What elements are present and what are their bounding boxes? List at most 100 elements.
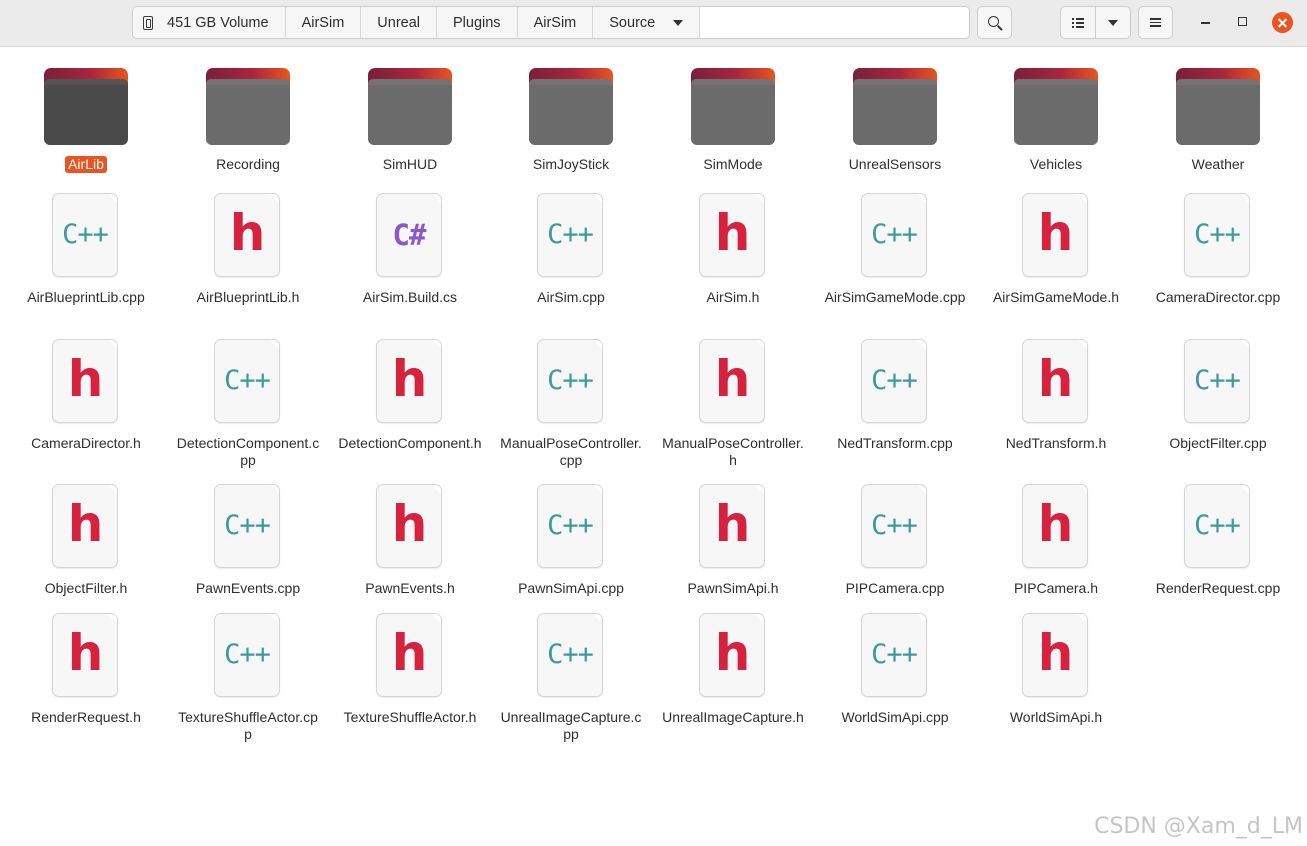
h-file-icon: h — [1022, 484, 1088, 568]
file-type-glyph: h — [391, 495, 428, 553]
file-type-glyph: C++ — [547, 219, 594, 250]
maximize-button[interactable] — [1238, 17, 1247, 26]
cpp-file-icon: C++ — [214, 613, 280, 697]
file-type-glyph: C++ — [1194, 510, 1241, 541]
file-name-label: WorldSimApi.cpp — [841, 709, 949, 725]
cpp-file-icon: C++ — [214, 484, 280, 568]
file-name-label: RenderRequest.h — [31, 709, 141, 725]
file-name-label: ManualPoseController.cpp — [500, 435, 642, 468]
file-name-label: ManualPoseController.h — [662, 435, 804, 468]
file-type-glyph: h — [67, 495, 104, 553]
file-type-glyph: h — [1037, 495, 1074, 553]
file-name-label: NedTransform.h — [1005, 435, 1107, 451]
breadcrumb-label: AirSim — [301, 14, 345, 31]
h-file-icon: h — [1022, 339, 1088, 423]
file-type-glyph: C# — [392, 218, 427, 252]
cpp-file-icon: C++ — [537, 484, 603, 568]
folder-body — [1014, 79, 1098, 145]
breadcrumb-label: 451 GB Volume — [167, 14, 269, 31]
breadcrumb-airsim-plugin[interactable]: AirSim — [517, 7, 594, 38]
file-type-glyph: C++ — [62, 219, 109, 250]
file-name-label: SimHUD — [382, 156, 438, 172]
breadcrumb-label: Source — [609, 14, 656, 31]
folder-icon — [1014, 68, 1098, 145]
header-bar: 451 GB Volume AirSim Unreal Plugins AirS… — [0, 0, 1307, 47]
breadcrumb-label: AirSim — [533, 14, 577, 31]
file-name-label: Recording — [216, 156, 280, 172]
h-file-icon: h — [1022, 193, 1088, 277]
file-name-label: AirSim.h — [706, 289, 760, 305]
file-name-label: UnrealImageCapture.h — [662, 709, 804, 725]
file-name-label: SimJoyStick — [532, 156, 610, 172]
list-view-icon — [1072, 17, 1084, 28]
breadcrumb-source[interactable]: Source — [593, 7, 701, 38]
path-bar-empty-area[interactable] — [700, 7, 969, 38]
cpp-file-icon: C++ — [861, 193, 927, 277]
breadcrumb-unreal[interactable]: Unreal — [361, 7, 437, 38]
file-manager-window: 451 GB Volume AirSim Unreal Plugins AirS… — [0, 0, 1307, 846]
h-file-icon: h — [376, 613, 442, 697]
file-name-label: TextureShuffleActor.h — [343, 709, 477, 725]
file-name-label: RenderRequest.cpp — [1155, 580, 1281, 596]
search-button[interactable] — [977, 6, 1012, 39]
breadcrumb-volume[interactable]: 451 GB Volume — [133, 7, 286, 38]
breadcrumb-plugins[interactable]: Plugins — [437, 7, 518, 38]
breadcrumb-label: Unreal — [377, 14, 420, 31]
folder-body — [691, 79, 775, 145]
file-type-glyph: h — [714, 350, 751, 408]
chevron-down-icon — [1108, 19, 1118, 26]
file-type-glyph: h — [229, 204, 266, 262]
chevron-down-icon[interactable] — [673, 19, 684, 26]
folder-icon — [691, 68, 775, 145]
cpp-file-icon: C++ — [1184, 193, 1250, 277]
file-name-label: PawnSimApi.cpp — [518, 580, 624, 596]
file-name-label: CameraDirector.h — [31, 435, 141, 451]
view-options-button[interactable] — [1095, 7, 1130, 38]
file-type-glyph: h — [714, 624, 751, 682]
cpp-file-icon: C++ — [1184, 339, 1250, 423]
close-button[interactable] — [1272, 12, 1293, 33]
file-name-label: ObjectFilter.cpp — [1169, 435, 1267, 451]
file-type-glyph: h — [67, 350, 104, 408]
file-name-label: Weather — [1191, 156, 1245, 172]
h-file-icon: h — [699, 613, 765, 697]
file-type-glyph: C++ — [871, 365, 918, 396]
drive-icon — [143, 15, 153, 30]
breadcrumb-airsim[interactable]: AirSim — [285, 7, 362, 38]
main-menu-button[interactable] — [1138, 6, 1173, 39]
file-name-label: TextureShuffleActor.cpp — [178, 709, 318, 742]
folder-icon — [529, 68, 613, 145]
file-type-glyph: h — [391, 350, 428, 408]
file-type-glyph: C++ — [1194, 219, 1241, 250]
h-file-icon: h — [376, 339, 442, 423]
cpp-file-icon: C++ — [52, 193, 118, 277]
folder-icon — [44, 68, 128, 145]
watermark: CSDN @Xam_d_LM — [1094, 814, 1303, 839]
file-type-glyph: C++ — [224, 510, 271, 541]
file-name-label: PIPCamera.cpp — [845, 580, 945, 596]
file-name-label: Vehicles — [1029, 156, 1083, 172]
file-name-label: PawnEvents.cpp — [195, 580, 301, 596]
file-type-glyph: h — [391, 624, 428, 682]
cpp-file-icon: C++ — [537, 339, 603, 423]
h-file-icon: h — [376, 484, 442, 568]
file-name-label: AirSim.Build.cs — [362, 289, 458, 305]
folder-icon — [206, 68, 290, 145]
h-file-icon: h — [52, 613, 118, 697]
file-type-glyph: C++ — [547, 510, 594, 541]
file-type-glyph: h — [67, 624, 104, 682]
file-name-label: AirBlueprintLib.h — [196, 289, 300, 305]
path-bar: 451 GB Volume AirSim Unreal Plugins AirS… — [132, 6, 970, 39]
h-file-icon: h — [214, 193, 280, 277]
file-name-label: SimMode — [703, 156, 763, 172]
cpp-file-icon: C++ — [537, 193, 603, 277]
file-name-label: AirSimGameMode.cpp — [824, 289, 966, 305]
folder-icon — [368, 68, 452, 145]
file-name-label: CameraDirector.cpp — [1155, 289, 1281, 305]
file-name-label: UnrealImageCapture.cpp — [500, 709, 642, 742]
h-file-icon: h — [699, 339, 765, 423]
minimize-button[interactable] — [1201, 22, 1210, 24]
hamburger-icon — [1150, 18, 1161, 27]
list-view-button[interactable] — [1061, 7, 1095, 38]
file-name-label: PIPCamera.h — [1013, 580, 1099, 596]
